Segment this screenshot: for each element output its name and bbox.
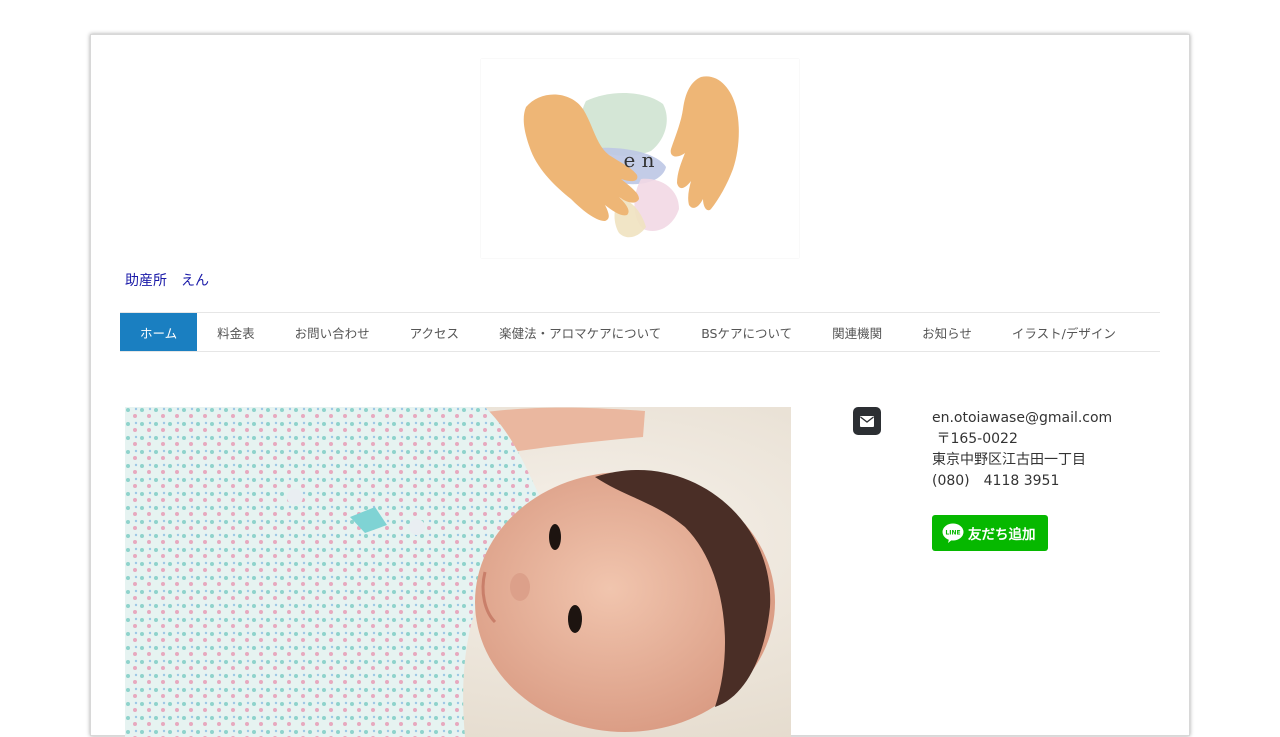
nav-item-pricing[interactable]: 料金表 (197, 313, 275, 351)
nav-item-illustration-design[interactable]: イラスト/デザイン (992, 313, 1136, 351)
nav-item-rakkenho-aroma[interactable]: 楽健法・アロマケアについて (479, 313, 681, 351)
nav-item-home[interactable]: ホーム (120, 313, 198, 351)
nav-item-related-institutions[interactable]: 関連機関 (812, 313, 902, 351)
svg-text:e n: e n (623, 148, 654, 172)
contact-phone: (080) 4118 3951 (932, 473, 1060, 489)
line-button-label: 友だち追加 (968, 527, 1036, 543)
nav-item-access[interactable]: アクセス (390, 313, 479, 351)
contact-address: 東京中野区江古田一丁目 (932, 452, 1086, 468)
mail-icon[interactable] (853, 407, 881, 435)
line-logo-icon: LINE (942, 523, 964, 543)
contact-info: en.otoiawase@gmail.com 〒165-0022 東京中野区江古… (932, 408, 1112, 492)
contact-email[interactable]: en.otoiawase@gmail.com (932, 408, 1112, 429)
svg-text:LINE: LINE (945, 530, 960, 537)
site-title-link[interactable]: 助産所 えん (125, 270, 209, 290)
nav-item-contact[interactable]: お問い合わせ (275, 313, 390, 351)
hero-baby-photo (125, 407, 791, 737)
line-add-friend-button[interactable]: LINE 友だち追加 (932, 515, 1048, 551)
site-logo[interactable]: e n (481, 59, 799, 258)
hands-logo-image: e n (523, 76, 739, 238)
contact-postal-code: 〒165-0022 (932, 431, 1018, 447)
main-navigation: ホーム 料金表 お問い合わせ アクセス 楽健法・アロマケアについて BSケアにつ… (120, 312, 1160, 352)
nav-item-news[interactable]: お知らせ (902, 313, 992, 351)
page-frame: e n 助産所 えん ホーム 料金表 お問い合わせ アクセス 楽健法・アロマケア… (90, 34, 1190, 737)
nav-item-bs-care[interactable]: BSケアについて (681, 313, 812, 351)
